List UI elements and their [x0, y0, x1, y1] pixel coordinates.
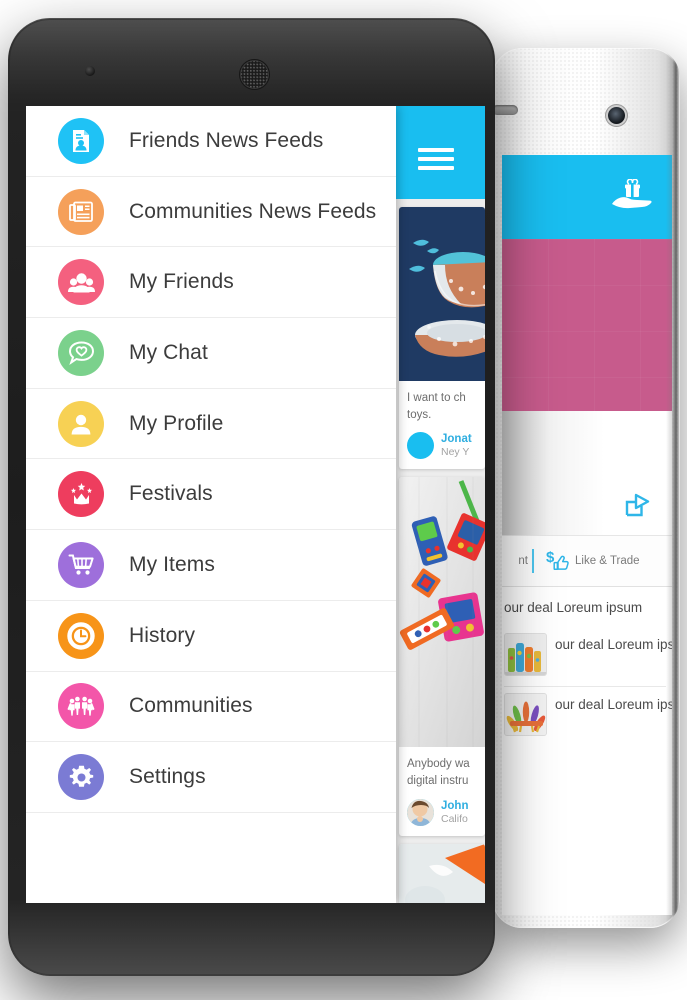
news-document-icon [58, 117, 104, 164]
sidebar-item-label: My Friends [129, 270, 234, 294]
sidebar-item-my-profile[interactable]: My Profile [26, 388, 396, 460]
like-trade-button[interactable]: $ Like & Trade [546, 549, 640, 573]
sidebar-item-label: My Chat [129, 340, 208, 364]
clock-icon [58, 612, 104, 659]
news-feed-panel: I want to ch toys. Jonat Ney Y Anybody w… [392, 106, 485, 903]
feed-card-author[interactable]: John Califo [407, 798, 477, 826]
teacup-illustration [399, 207, 485, 381]
front-phone-device: I want to ch toys. Jonat Ney Y Anybody w… [8, 18, 495, 976]
comment-text: our deal Loreum ipsum is [555, 637, 672, 652]
sidebar-item-festivals[interactable]: Festivals [26, 459, 396, 531]
orange-object-photo [399, 843, 485, 903]
sidebar-item-settings[interactable]: Settings [26, 742, 396, 813]
sidebar-item-label: My Items [129, 552, 215, 576]
comment-row[interactable]: our deal Loreum ipsum is [502, 687, 672, 746]
sidebar-item-communities-news-feeds[interactable]: Communities News Feeds [26, 176, 396, 248]
feed-card-body: I want to ch toys. Jonat Ney Y [399, 381, 485, 469]
person-icon [58, 400, 104, 447]
feed-card-body: Anybody wa digital instru John Califo [399, 747, 485, 835]
app-header [392, 106, 485, 199]
earpiece-speaker [492, 105, 518, 115]
feed-card[interactable] [399, 843, 485, 903]
gift-in-hand-icon[interactable] [610, 179, 654, 213]
avatar [407, 432, 434, 460]
comment-text: our deal Loreum ipsum is [555, 697, 672, 712]
front-camera-icon [85, 66, 95, 76]
comment-text: our deal Loreum ipsum [504, 600, 643, 615]
gear-icon [58, 754, 104, 801]
comment-row[interactable]: our deal Loreum ipsum is [502, 627, 672, 686]
colorful-toys-photo [399, 477, 485, 748]
comment-thumbnail[interactable] [504, 633, 547, 676]
like-trade-label: Like & Trade [575, 555, 640, 567]
front-camera-icon [608, 107, 625, 124]
sidebar-item-label: Settings [129, 765, 206, 789]
sidebar-item-my-items[interactable]: My Items [26, 530, 396, 601]
author-name: John [441, 799, 469, 812]
feed-card[interactable]: I want to ch toys. Jonat Ney Y [399, 207, 485, 470]
comment-label: nt [518, 555, 528, 567]
dollar-thumbs-up-icon: $ [546, 549, 570, 573]
sidebar-item-label: My Profile [129, 411, 224, 435]
drawer-empty-space [26, 812, 396, 903]
navigation-drawer: Friends News Feeds Communities News Feed… [26, 106, 396, 903]
feed-card-text: toys. [407, 408, 432, 421]
crown-star-icon [58, 471, 104, 518]
feed-card[interactable]: Anybody wa digital instru John Califo [399, 477, 485, 836]
sidebar-item-history[interactable]: History [26, 600, 396, 672]
back-app-header [502, 155, 672, 239]
back-action-bar: nt $ Like & Trade [502, 535, 672, 587]
front-phone-screen: I want to ch toys. Jonat Ney Y Anybody w… [26, 106, 485, 903]
feed-card-text: I want to ch [407, 392, 466, 404]
author-location: Califo [441, 812, 468, 825]
sidebar-item-label: Communities News Feeds [129, 199, 377, 223]
sidebar-item-label: Communities [129, 694, 253, 718]
author-name: Jonat [441, 433, 472, 446]
back-post-body [502, 411, 672, 535]
feed-card-text: digital instru [407, 775, 469, 788]
feed-card-author[interactable]: Jonat Ney Y [407, 432, 477, 460]
heart-chat-icon [58, 329, 104, 376]
screenshot-stage: nt $ Like & Trade our deal Loreum ipsum [0, 0, 687, 1000]
sidebar-item-communities[interactable]: Communities [26, 671, 396, 743]
people-group-icon [58, 259, 104, 306]
avatar [407, 798, 434, 826]
comment-button[interactable]: nt [502, 555, 528, 567]
feed-card-text: Anybody wa [407, 758, 470, 771]
author-location: Ney Y [441, 446, 470, 459]
back-hero-image [502, 239, 672, 411]
sidebar-item-my-friends[interactable]: My Friends [26, 247, 396, 319]
newspaper-icon [58, 188, 104, 235]
back-phone-screen: nt $ Like & Trade our deal Loreum ipsum [502, 155, 672, 915]
sidebar-item-label: Festivals [129, 482, 213, 506]
back-phone-device: nt $ Like & Trade our deal Loreum ipsum [492, 48, 680, 928]
share-icon[interactable] [625, 493, 651, 517]
sidebar-item-my-chat[interactable]: My Chat [26, 318, 396, 389]
sidebar-item-label: Friends News Feeds [129, 128, 324, 152]
action-divider [532, 549, 534, 573]
sidebar-item-friends-news-feeds[interactable]: Friends News Feeds [26, 106, 396, 177]
earpiece-speaker-grille [240, 60, 269, 89]
comment-thumbnail[interactable] [504, 693, 547, 736]
hamburger-icon[interactable] [418, 148, 454, 170]
shopping-cart-icon [58, 541, 104, 588]
sidebar-item-label: History [129, 623, 196, 647]
community-icon [58, 683, 104, 730]
